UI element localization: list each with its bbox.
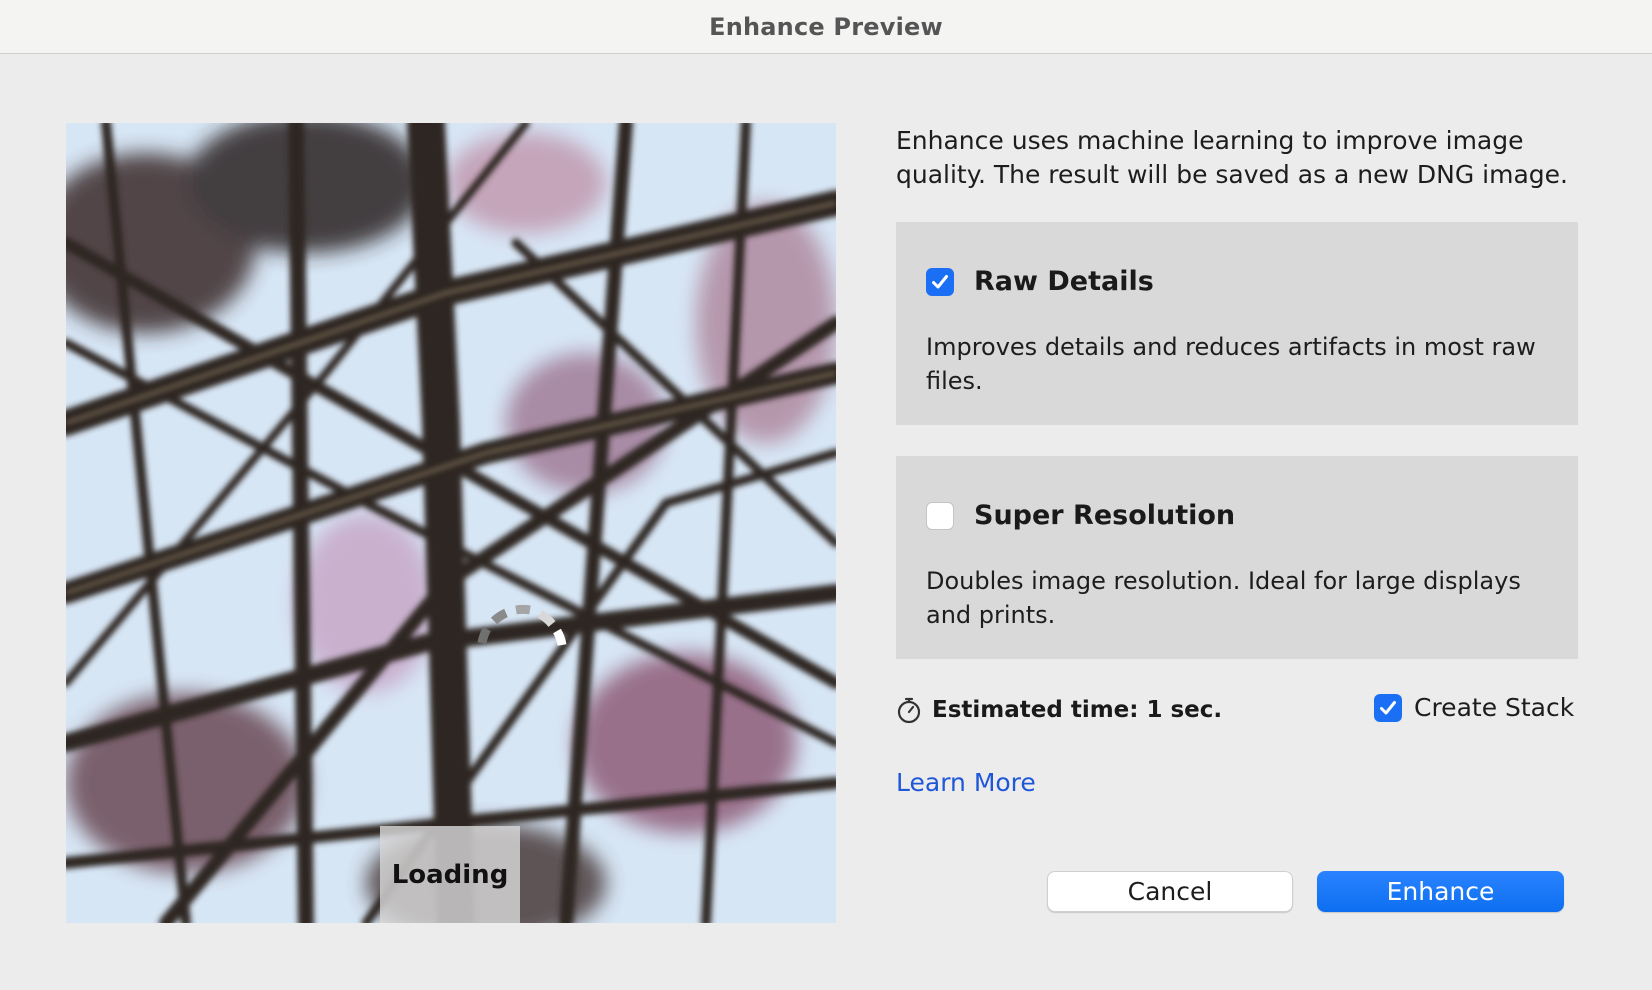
enhance-preview-dialog: Enhance Preview Loading Enhance uses mac… xyxy=(0,0,1652,990)
cancel-button[interactable]: Cancel xyxy=(1047,871,1293,912)
title-bar[interactable]: Enhance Preview xyxy=(0,0,1652,54)
loading-overlay: Loading xyxy=(380,826,520,923)
create-stack-label[interactable]: Create Stack xyxy=(1414,693,1574,722)
checkmark-icon xyxy=(932,274,948,288)
loading-label: Loading xyxy=(391,859,509,890)
create-stack-option[interactable]: Create Stack xyxy=(1362,693,1574,722)
raw-details-option[interactable]: Raw Details Improves details and reduces… xyxy=(896,222,1578,425)
raw-details-label[interactable]: Raw Details xyxy=(974,266,1154,297)
super-resolution-option[interactable]: Super Resolution Doubles image resolutio… xyxy=(896,456,1578,659)
enhance-button[interactable]: Enhance xyxy=(1317,871,1564,912)
super-resolution-description: Doubles image resolution. Ideal for larg… xyxy=(926,567,1521,629)
create-stack-checkbox[interactable] xyxy=(1374,693,1402,722)
raw-details-description: Improves details and reduces artifacts i… xyxy=(926,333,1536,395)
estimated-time-text: Estimated time: 1 sec. xyxy=(932,697,1223,723)
super-resolution-label[interactable]: Super Resolution xyxy=(974,500,1235,531)
preview-photo xyxy=(66,123,836,923)
window-title: Enhance Preview xyxy=(709,12,943,41)
estimated-time: Estimated time: 1 sec. xyxy=(896,696,1222,724)
loading-spinner-icon xyxy=(477,604,567,646)
super-resolution-checkbox[interactable] xyxy=(926,501,954,530)
checkmark-icon xyxy=(1380,700,1396,714)
raw-details-checkbox[interactable] xyxy=(926,267,954,296)
stopwatch-icon xyxy=(897,697,921,724)
preview-image-panel[interactable]: Loading xyxy=(66,123,836,923)
enhance-description: Enhance uses machine learning to improve… xyxy=(896,126,1568,189)
learn-more-link[interactable]: Learn More xyxy=(896,768,1036,797)
